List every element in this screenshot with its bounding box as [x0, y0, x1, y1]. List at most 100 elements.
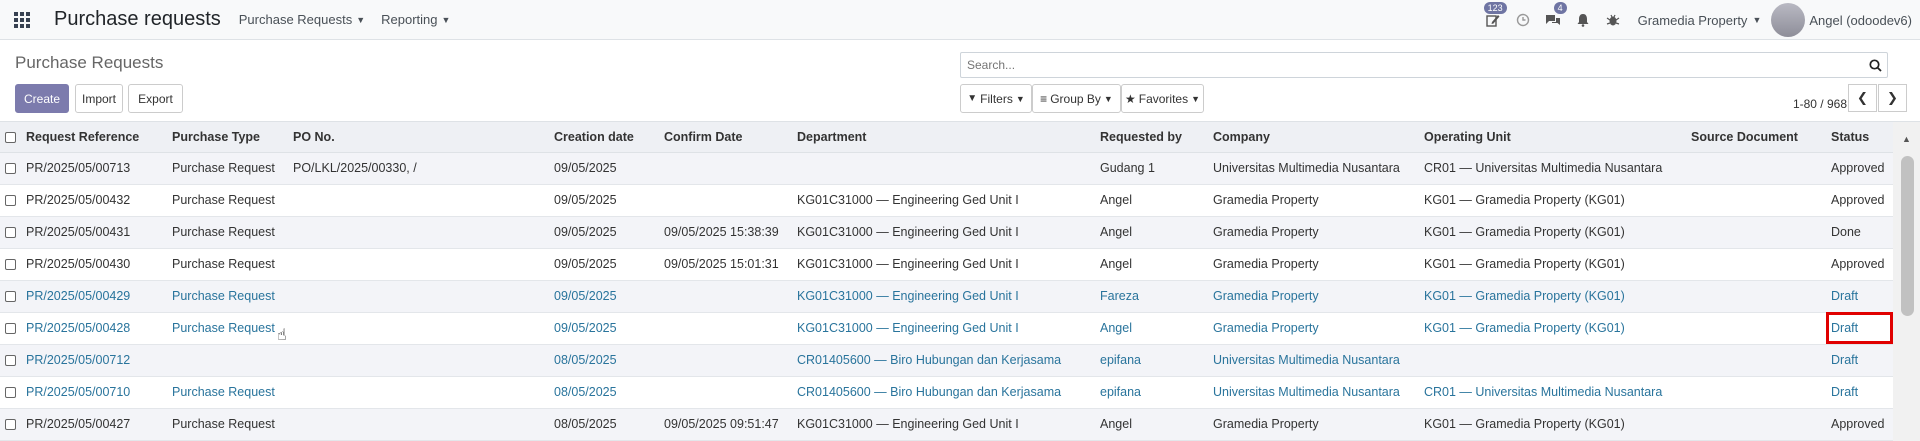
cell-type: [167, 344, 288, 377]
edit-activity-icon[interactable]: 123: [1478, 0, 1508, 40]
column-header[interactable]: Requested by: [1095, 122, 1208, 153]
row-checkbox[interactable]: [0, 344, 21, 377]
row-checkbox[interactable]: [0, 312, 21, 345]
menu-purchase-requests-label: Purchase Requests: [238, 12, 353, 27]
cell-source: [1686, 408, 1826, 441]
column-header[interactable]: PO No.: [288, 122, 549, 153]
company-switcher[interactable]: Gramedia Property ▼: [1638, 13, 1762, 28]
column-header[interactable]: Status: [1826, 122, 1893, 153]
caret-down-icon: ▼: [1752, 15, 1762, 25]
menu-purchase-requests[interactable]: Purchase Requests ▼: [239, 12, 365, 27]
create-button[interactable]: Create: [15, 84, 69, 113]
table-row[interactable]: PR/2025/05/00710 Purchase Request 08/05/20…: [0, 376, 1893, 409]
table-row[interactable]: PR/2025/05/00712 08/05/2025 CR01405600 — B…: [0, 344, 1893, 377]
cell-created: 08/05/2025: [549, 376, 659, 409]
menu-reporting-label: Reporting: [381, 12, 438, 27]
app-title[interactable]: Purchase requests: [54, 8, 221, 31]
bug-icon[interactable]: [1598, 0, 1628, 40]
select-all-checkbox[interactable]: [0, 122, 21, 153]
cell-company: Universitas Multimedia Nusantara: [1208, 344, 1419, 377]
cell-po: [288, 376, 549, 409]
column-header[interactable]: Company: [1208, 122, 1419, 153]
cell-source: [1686, 376, 1826, 409]
cell-ref: PR/2025/05/00429: [21, 280, 167, 313]
chevron-left-icon: ❮: [1857, 90, 1868, 105]
column-header[interactable]: Operating Unit: [1419, 122, 1686, 153]
clock-icon[interactable]: [1508, 0, 1538, 40]
cell-company: Gramedia Property: [1208, 216, 1419, 249]
row-checkbox[interactable]: [0, 408, 21, 441]
avatar[interactable]: [1771, 3, 1806, 37]
table-row[interactable]: PR/2025/05/00430 Purchase Request 09/05/20…: [0, 248, 1893, 281]
search-input[interactable]: [961, 53, 1863, 77]
chat-icon[interactable]: 4: [1538, 0, 1568, 40]
filters-button[interactable]: ▼ Filters ▼: [960, 84, 1032, 113]
cell-ref: PR/2025/05/00710: [21, 376, 167, 409]
menu-reporting[interactable]: Reporting ▼: [381, 12, 450, 27]
row-checkbox[interactable]: [0, 376, 21, 409]
company-switcher-label: Gramedia Property: [1637, 12, 1748, 28]
export-button[interactable]: Export: [128, 84, 183, 113]
row-checkbox[interactable]: [0, 280, 21, 313]
cell-by: Gudang 1: [1095, 152, 1208, 185]
table-row[interactable]: PR/2025/05/00429 Purchase Request 09/05/20…: [0, 280, 1893, 313]
apps-menu-icon[interactable]: [0, 0, 44, 40]
cell-po: [288, 312, 549, 345]
cell-dept: [792, 152, 1095, 185]
cell-created: 08/05/2025: [549, 344, 659, 377]
pager-previous-button[interactable]: ❮: [1848, 84, 1877, 112]
cell-dept: KG01C31000 — Engineering Ged Unit I: [792, 280, 1095, 313]
cell-company: Gramedia Property: [1208, 408, 1419, 441]
cell-ref: PR/2025/05/00431: [21, 216, 167, 249]
row-checkbox[interactable]: [0, 248, 21, 281]
cell-ref: PR/2025/05/00427: [21, 408, 167, 441]
table-row[interactable]: PR/2025/05/00713 Purchase Request PO/LKL/2…: [0, 152, 1893, 185]
breadcrumb: Purchase Requests: [15, 53, 164, 72]
table-row[interactable]: PR/2025/05/00432 Purchase Request 09/05/20…: [0, 184, 1893, 217]
cell-status: Approved: [1826, 152, 1893, 185]
cell-status: Draft: [1826, 280, 1893, 313]
column-header[interactable]: Department: [792, 122, 1095, 153]
list-icon: ≡: [1040, 91, 1048, 106]
cell-dept: KG01C31000 — Engineering Ged Unit I: [792, 408, 1095, 441]
caret-down-icon: ▼: [1191, 93, 1201, 104]
scroll-thumb[interactable]: [1901, 156, 1914, 316]
bell-icon[interactable]: [1568, 0, 1598, 40]
cell-company: Universitas Multimedia Nusantara: [1208, 152, 1419, 185]
cell-ou: KG01 — Gramedia Property (KG01): [1419, 216, 1686, 249]
cell-company: Gramedia Property: [1208, 280, 1419, 313]
cell-dept: KG01C31000 — Engineering Ged Unit I: [792, 184, 1095, 217]
table-row[interactable]: PR/2025/05/00427 Purchase Request 08/05/20…: [0, 408, 1893, 441]
cell-confirm: [659, 376, 792, 409]
table-row[interactable]: PR/2025/05/00431 Purchase Request 09/05/20…: [0, 216, 1893, 249]
column-header[interactable]: Purchase Type: [167, 122, 288, 153]
cell-ref: PR/2025/05/00432: [21, 184, 167, 217]
scroll-up-arrow-icon[interactable]: ▲: [1893, 130, 1920, 148]
cell-by: Angel: [1095, 312, 1208, 345]
cell-ou: [1419, 344, 1686, 377]
column-header[interactable]: Request Reference: [21, 122, 167, 153]
cell-confirm: [659, 152, 792, 185]
cell-by: Angel: [1095, 184, 1208, 217]
cell-dept: CR01405600 — Biro Hubungan dan Kerjasama: [792, 376, 1095, 409]
user-menu[interactable]: Angel (odoodev6): [1809, 13, 1912, 28]
favorites-button[interactable]: ★ Favorites ▼: [1121, 84, 1204, 113]
column-header[interactable]: Confirm Date: [659, 122, 792, 153]
cell-po: [288, 216, 549, 249]
cell-confirm: 09/05/2025 15:38:39: [659, 216, 792, 249]
import-button[interactable]: Import: [75, 84, 123, 113]
star-icon: ★: [1124, 91, 1136, 106]
search-icon[interactable]: [1863, 58, 1887, 72]
cell-po: [288, 344, 549, 377]
row-checkbox[interactable]: [0, 216, 21, 249]
row-checkbox[interactable]: [0, 152, 21, 185]
pager-value[interactable]: 1-80 / 968: [1793, 97, 1847, 111]
filter-icon: ▼: [967, 93, 978, 104]
caret-down-icon: ▼: [441, 14, 451, 25]
column-header[interactable]: Creation date: [549, 122, 659, 153]
pager-next-button[interactable]: ❯: [1878, 84, 1907, 112]
group-by-button[interactable]: ≡ Group By ▼: [1032, 84, 1121, 113]
row-checkbox[interactable]: [0, 184, 21, 217]
vertical-scrollbar[interactable]: ▲: [1893, 122, 1920, 441]
column-header[interactable]: Source Document: [1686, 122, 1826, 153]
